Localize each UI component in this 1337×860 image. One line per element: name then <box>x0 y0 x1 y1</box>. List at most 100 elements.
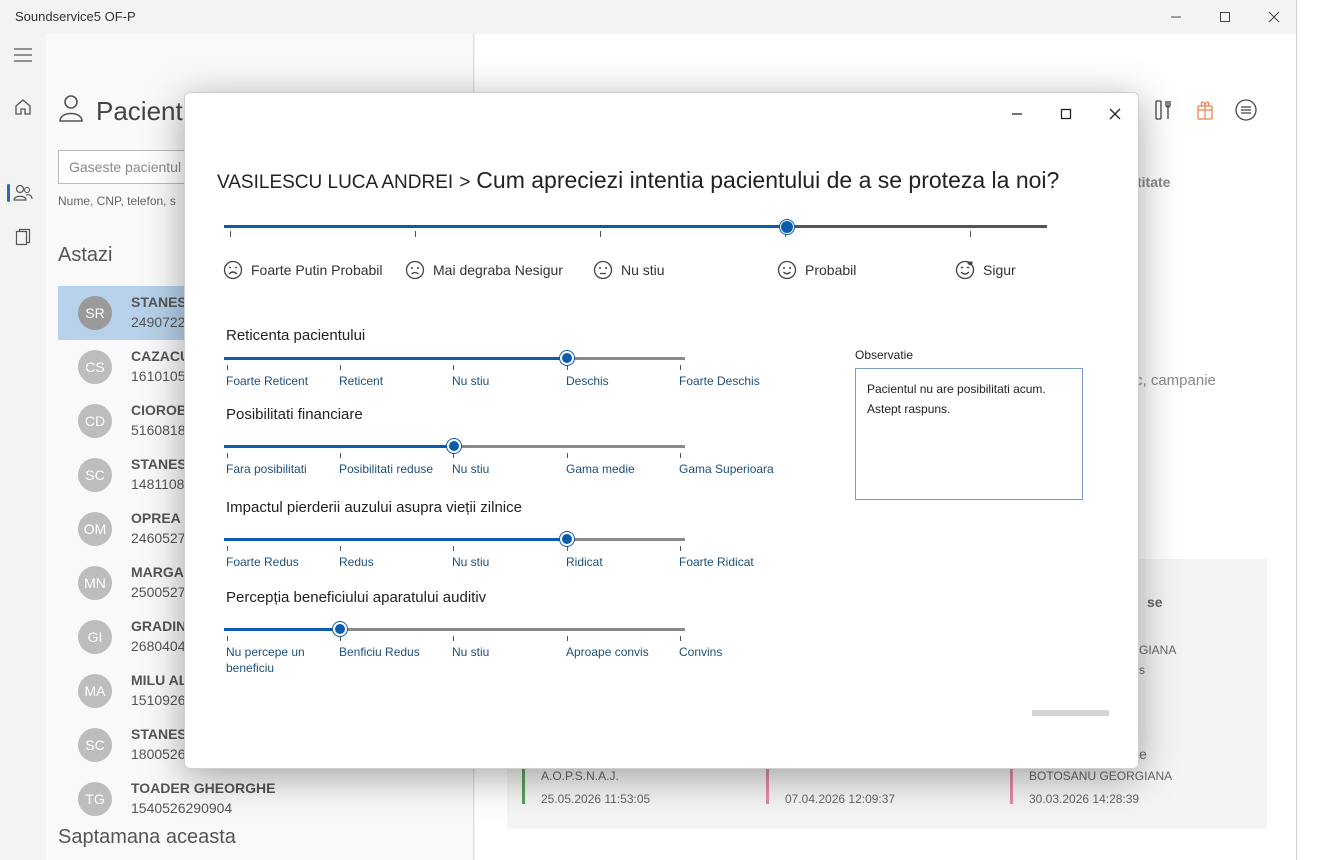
intention-option[interactable]: Foarte Putin Probabil <box>223 260 383 280</box>
slider-tick <box>680 546 681 551</box>
bg-card-marker-3 <box>1010 764 1013 804</box>
slider-thumb[interactable] <box>559 351 574 365</box>
home-icon[interactable] <box>12 96 34 118</box>
title-bar: Soundservice5 OF-P <box>0 0 1296 34</box>
slider-tick-label: Nu percepe un beneficiu <box>226 645 305 675</box>
slider-tick-label: Foarte Reticent <box>226 374 309 388</box>
intention-option-label: Sigur <box>983 262 1016 278</box>
slider-label: Impactul pierderii auzului asupra vieții… <box>226 499 522 516</box>
slider-thumb[interactable] <box>333 622 348 636</box>
intention-tick <box>230 231 231 237</box>
intention-option[interactable]: Sigur <box>955 260 1016 280</box>
slider-tick-label: Benficiu Redus <box>339 645 420 659</box>
search-hint: Nume, CNP, telefon, s <box>58 194 176 208</box>
patient-cnp: 2500527 <box>131 584 186 600</box>
patient-name: CAZACU <box>131 348 191 364</box>
list-menu-icon[interactable] <box>1234 98 1258 122</box>
slider-tick <box>567 365 568 370</box>
slider-label: Reticenta pacientului <box>226 327 366 344</box>
observation-textarea[interactable]: Pacientul nu are posibilitati acum. Aste… <box>855 368 1083 500</box>
intention-option[interactable]: Mai degraba Nesigur <box>405 260 563 280</box>
minimize-icon <box>1171 16 1181 18</box>
intention-option[interactable]: Nu stiu <box>593 260 665 280</box>
minimize-button[interactable] <box>1153 4 1199 30</box>
bg-card-marker-2 <box>766 764 769 804</box>
patient-name: STANES <box>131 456 187 472</box>
avatar: SR <box>78 296 112 330</box>
person-icon <box>59 95 83 122</box>
slider-track-filled <box>224 538 567 541</box>
slider-track-rest <box>340 628 685 631</box>
slider-tick <box>227 453 228 458</box>
slider-track-filled <box>224 445 454 448</box>
bg-fragment-se: se <box>1147 594 1163 610</box>
maximize-icon <box>1220 12 1230 22</box>
patient-name: STANES <box>131 294 187 310</box>
slider-tick-label: Redus <box>339 555 374 569</box>
dialog-minimize-button[interactable] <box>1000 101 1034 127</box>
slider-tick <box>680 365 681 370</box>
avatar: SC <box>78 458 112 492</box>
patient-name: VASILESCU LUCA ANDREI <box>217 172 454 193</box>
intention-track-filled <box>224 225 787 228</box>
patients-icon[interactable] <box>12 182 34 204</box>
intention-tick <box>970 231 971 237</box>
dialog-close-button[interactable] <box>1098 101 1132 127</box>
section-today: Astazi <box>58 244 113 266</box>
save-button[interactable] <box>1032 710 1109 716</box>
tools-icon[interactable] <box>1152 98 1176 122</box>
menu-icon[interactable] <box>12 44 34 66</box>
app-window: Soundservice5 OF-P Pacienti Gaseste paci… <box>0 0 1297 860</box>
slider-tick <box>680 453 681 458</box>
bg-fragment-s: s <box>1139 663 1145 677</box>
slider-tick-label: Gama Superioara <box>679 462 774 476</box>
slider-track-filled <box>224 628 341 631</box>
avatar: TG <box>78 782 112 816</box>
patient-cnp: 1540526290904 <box>131 800 233 816</box>
intention-track-rest <box>787 225 1047 228</box>
patient-name: TOADER GHEORGHE <box>131 780 276 796</box>
close-icon <box>1268 11 1280 23</box>
intention-slider-thumb[interactable] <box>780 220 794 234</box>
bg-card-date-2: 07.04.2026 12:09:37 <box>785 792 896 806</box>
maximize-button[interactable] <box>1202 4 1248 30</box>
dialog-maximize-button[interactable] <box>1049 101 1083 127</box>
slider-tick-label: Aproape convis <box>566 645 649 659</box>
slider-tick <box>340 546 341 551</box>
slider-tick <box>567 546 568 551</box>
slider-tick <box>340 365 341 370</box>
gift-icon[interactable] <box>1193 98 1217 122</box>
close-button[interactable] <box>1251 4 1296 30</box>
slider-label: Percepția beneficiului aparatului auditi… <box>226 589 487 606</box>
slider-track-rest <box>566 538 685 541</box>
slider-tick-label: Ridicat <box>566 555 603 569</box>
patient-row[interactable]: TG TOADER GHEORGHE 1540526290904 <box>58 772 478 826</box>
bg-campaign-fragment: c, campanie <box>1135 372 1216 389</box>
slider-tick-label: Gama medie <box>566 462 635 476</box>
slider-tick-label: Nu stiu <box>452 374 490 388</box>
slider-tick <box>227 546 228 551</box>
avatar: MA <box>78 674 112 708</box>
avatar: CS <box>78 350 112 384</box>
intention-option[interactable]: Probabil <box>777 260 856 280</box>
slider-track-rest <box>453 445 685 448</box>
slider-tick <box>453 546 454 551</box>
bg-card-marker-1 <box>522 764 525 804</box>
slider-tick <box>453 636 454 641</box>
documents-icon[interactable] <box>12 226 34 248</box>
patient-name: OPREA <box>131 510 181 526</box>
intention-option-label: Mai degraba Nesigur <box>433 262 563 278</box>
slider-tick <box>567 453 568 458</box>
intention-option-label: Foarte Putin Probabil <box>251 262 383 278</box>
patients-title: Pacienti <box>96 96 189 126</box>
avatar: CD <box>78 404 112 438</box>
slider-thumb[interactable] <box>559 532 574 546</box>
slider-tick <box>227 365 228 370</box>
slider-tick-label: Reticent <box>339 374 384 388</box>
intent-dialog: VASILESCU LUCA ANDREI > Cum apreciezi inte… <box>184 92 1139 769</box>
slider-tick <box>680 636 681 641</box>
slider-thumb[interactable] <box>446 439 461 453</box>
love-face-icon <box>955 260 975 280</box>
sad-face-icon <box>405 260 425 280</box>
patient-name: MILU AL <box>131 672 188 688</box>
